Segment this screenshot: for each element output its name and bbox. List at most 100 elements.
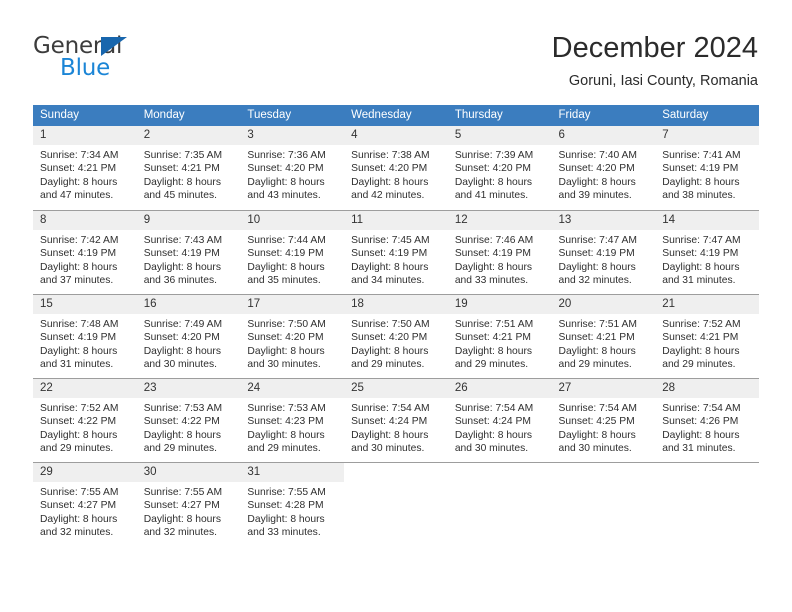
day-sunrise-text: Sunrise: 7:54 AM	[558, 403, 637, 414]
day-daylight1-text: Daylight: 8 hours	[143, 261, 221, 273]
page-title: December 2024	[551, 32, 758, 64]
calendar-cell[interactable]: 25 Sunrise: 7:54 AM Sunset: 4:24 PM Dayligh…	[344, 378, 448, 462]
calendar-cell[interactable]: 3 Sunrise: 7:36 AM Sunset: 4:20 PM Daylight…	[240, 126, 345, 210]
day-daylight2-text: and 29 minutes.	[143, 442, 217, 454]
day-details: Sunrise: 7:45 AM Sunset: 4:19 PM Daylight:…	[344, 230, 448, 287]
calendar-cell[interactable]: 12 Sunrise: 7:46 AM Sunset: 4:19 PM Dayligh…	[447, 210, 552, 294]
day-number: 19	[447, 295, 552, 314]
day-daylight2-text: and 39 minutes.	[558, 189, 632, 201]
day-daylight2-text: and 29 minutes.	[40, 442, 114, 454]
calendar-cell[interactable]: 9 Sunrise: 7:43 AM Sunset: 4:19 PM Daylight…	[136, 210, 241, 294]
day-cell-box: 26 Sunrise: 7:54 AM Sunset: 4:24 PM Dayligh…	[447, 378, 552, 462]
calendar-cell[interactable]: 5 Sunrise: 7:39 AM Sunset: 4:20 PM Daylight…	[447, 126, 552, 210]
calendar-cell[interactable]: 30 Sunrise: 7:55 AM Sunset: 4:27 PM Dayligh…	[136, 462, 241, 546]
day-details: Sunrise: 7:39 AM Sunset: 4:20 PM Daylight:…	[448, 145, 552, 202]
calendar-cell[interactable]: 21 Sunrise: 7:52 AM Sunset: 4:21 PM Dayligh…	[655, 294, 759, 378]
day-details: Sunrise: 7:42 AM Sunset: 4:19 PM Daylight:…	[33, 230, 137, 287]
day-sunrise-text: Sunrise: 7:48 AM	[40, 319, 119, 330]
calendar-cell[interactable]: 1 Sunrise: 7:34 AM Sunset: 4:21 PM Daylight…	[33, 126, 137, 210]
day-sunset-text: Sunset: 4:21 PM	[143, 163, 220, 175]
day-details: Sunrise: 7:40 AM Sunset: 4:20 PM Daylight:…	[552, 145, 656, 202]
logo-text-blue: Blue	[60, 55, 111, 81]
title-block: December 2024 Goruni, Iasi County, Roman…	[552, 30, 758, 90]
day-daylight1-text: Daylight: 8 hours	[247, 513, 325, 525]
day-daylight2-text: and 31 minutes.	[40, 358, 114, 370]
day-number	[551, 463, 656, 482]
day-number	[447, 463, 552, 482]
day-number: 13	[551, 211, 656, 230]
day-sunrise-text: Sunrise: 7:53 AM	[143, 403, 223, 414]
day-sunrise-text: Sunrise: 7:52 AM	[40, 403, 119, 414]
calendar-week-row: 1 Sunrise: 7:34 AM Sunset: 4:21 PM Daylight…	[33, 126, 759, 210]
day-daylight1-text: Daylight: 8 hours	[662, 261, 740, 273]
calendar-cell[interactable]: 2 Sunrise: 7:35 AM Sunset: 4:21 PM Daylight…	[136, 126, 241, 210]
day-sunrise-text: Sunrise: 7:49 AM	[143, 319, 223, 330]
calendar-cell[interactable]: 10 Sunrise: 7:44 AM Sunset: 4:19 PM Dayligh…	[240, 210, 345, 294]
day-sunset-text: Sunset: 4:20 PM	[351, 332, 428, 344]
day-details: Sunrise: 7:36 AM Sunset: 4:20 PM Daylight:…	[240, 145, 344, 202]
day-daylight1-text: Daylight: 8 hours	[40, 429, 118, 441]
day-daylight1-text: Daylight: 8 hours	[454, 429, 533, 441]
calendar-cell[interactable]: 28 Sunrise: 7:54 AM Sunset: 4:26 PM Dayligh…	[655, 378, 759, 462]
calendar-cell[interactable]: 24 Sunrise: 7:53 AM Sunset: 4:23 PM Dayligh…	[240, 378, 345, 462]
day-sunset-text: Sunset: 4:27 PM	[143, 500, 220, 512]
day-sunrise-text: Sunrise: 7:39 AM	[454, 150, 534, 161]
day-details: Sunrise: 7:34 AM Sunset: 4:21 PM Daylight:…	[33, 145, 137, 202]
day-daylight2-text: and 43 minutes.	[247, 189, 321, 201]
calendar-cell[interactable]: 17 Sunrise: 7:50 AM Sunset: 4:20 PM Dayligh…	[240, 294, 345, 378]
calendar-cell[interactable]: 8 Sunrise: 7:42 AM Sunset: 4:19 PM Daylight…	[33, 210, 137, 294]
day-cell-box: 18 Sunrise: 7:50 AM Sunset: 4:20 PM Dayligh…	[344, 294, 448, 378]
day-details: Sunrise: 7:53 AM Sunset: 4:22 PM Daylight:…	[137, 398, 241, 455]
day-number: 7	[655, 126, 759, 145]
calendar-cell[interactable]: 6 Sunrise: 7:40 AM Sunset: 4:20 PM Daylight…	[551, 126, 656, 210]
calendar-cell[interactable]: 18 Sunrise: 7:50 AM Sunset: 4:20 PM Dayligh…	[344, 294, 448, 378]
day-sunset-text: Sunset: 4:25 PM	[558, 416, 635, 428]
day-number: 2	[136, 126, 241, 145]
day-number: 10	[240, 211, 345, 230]
calendar-cell[interactable]: 23 Sunrise: 7:53 AM Sunset: 4:22 PM Dayligh…	[136, 378, 241, 462]
calendar-cell[interactable]: 26 Sunrise: 7:54 AM Sunset: 4:24 PM Dayligh…	[447, 378, 552, 462]
day-cell-box: 11 Sunrise: 7:45 AM Sunset: 4:19 PM Dayligh…	[344, 210, 448, 294]
day-daylight1-text: Daylight: 8 hours	[351, 429, 429, 441]
page-header: General Blue December 2024 Goruni, Iasi …	[0, 0, 792, 96]
day-daylight2-text: and 31 minutes.	[662, 442, 736, 454]
day-daylight2-text: and 30 minutes.	[351, 442, 425, 454]
day-cell-box: 17 Sunrise: 7:50 AM Sunset: 4:20 PM Dayligh…	[240, 294, 345, 378]
day-daylight2-text: and 29 minutes.	[247, 442, 321, 454]
day-cell-box	[447, 462, 552, 546]
day-daylight2-text: and 30 minutes.	[143, 358, 217, 370]
day-number: 25	[344, 379, 448, 398]
calendar-cell[interactable]: 20 Sunrise: 7:51 AM Sunset: 4:21 PM Dayligh…	[551, 294, 656, 378]
day-daylight2-text: and 34 minutes.	[351, 274, 425, 286]
calendar-table: Sunday Monday Tuesday Wednesday Thursday…	[33, 105, 759, 546]
day-daylight2-text: and 42 minutes.	[351, 189, 425, 201]
calendar-cell[interactable]: 14 Sunrise: 7:47 AM Sunset: 4:19 PM Dayligh…	[655, 210, 759, 294]
calendar-cell[interactable]: 31 Sunrise: 7:55 AM Sunset: 4:28 PM Dayligh…	[240, 462, 345, 546]
day-number	[344, 463, 448, 482]
day-daylight2-text: and 38 minutes.	[662, 189, 736, 201]
calendar-cell[interactable]: 11 Sunrise: 7:45 AM Sunset: 4:19 PM Dayligh…	[344, 210, 448, 294]
calendar-cell[interactable]: 16 Sunrise: 7:49 AM Sunset: 4:20 PM Dayligh…	[136, 294, 241, 378]
day-daylight2-text: and 35 minutes.	[247, 274, 321, 286]
calendar-cell[interactable]: 13 Sunrise: 7:47 AM Sunset: 4:19 PM Dayligh…	[551, 210, 656, 294]
calendar-cell[interactable]: 27 Sunrise: 7:54 AM Sunset: 4:25 PM Dayligh…	[551, 378, 656, 462]
calendar-cell[interactable]: 15 Sunrise: 7:48 AM Sunset: 4:19 PM Dayligh…	[33, 294, 137, 378]
day-number: 14	[655, 211, 759, 230]
day-sunset-text: Sunset: 4:20 PM	[247, 332, 324, 344]
day-number: 26	[447, 379, 552, 398]
calendar-cell[interactable]: 22 Sunrise: 7:52 AM Sunset: 4:22 PM Dayligh…	[33, 378, 137, 462]
day-sunset-text: Sunset: 4:24 PM	[351, 416, 428, 428]
calendar-cell[interactable]: 29 Sunrise: 7:55 AM Sunset: 4:27 PM Dayligh…	[33, 462, 137, 546]
day-daylight1-text: Daylight: 8 hours	[247, 429, 325, 441]
day-details: Sunrise: 7:50 AM Sunset: 4:20 PM Daylight:…	[344, 314, 448, 371]
day-sunrise-text: Sunrise: 7:38 AM	[351, 150, 430, 161]
day-daylight1-text: Daylight: 8 hours	[40, 513, 118, 525]
day-cell-box: 1 Sunrise: 7:34 AM Sunset: 4:21 PM Daylight…	[33, 126, 137, 210]
day-number: 21	[655, 295, 759, 314]
calendar-cell[interactable]: 7 Sunrise: 7:41 AM Sunset: 4:19 PM Daylight…	[655, 126, 759, 210]
calendar-cell[interactable]: 19 Sunrise: 7:51 AM Sunset: 4:21 PM Dayligh…	[447, 294, 552, 378]
day-daylight2-text: and 29 minutes.	[454, 358, 529, 370]
day-details: Sunrise: 7:54 AM Sunset: 4:26 PM Daylight:…	[655, 398, 759, 455]
calendar-cell[interactable]: 4 Sunrise: 7:38 AM Sunset: 4:20 PM Daylight…	[344, 126, 448, 210]
day-cell-box: 3 Sunrise: 7:36 AM Sunset: 4:20 PM Daylight…	[240, 126, 345, 210]
